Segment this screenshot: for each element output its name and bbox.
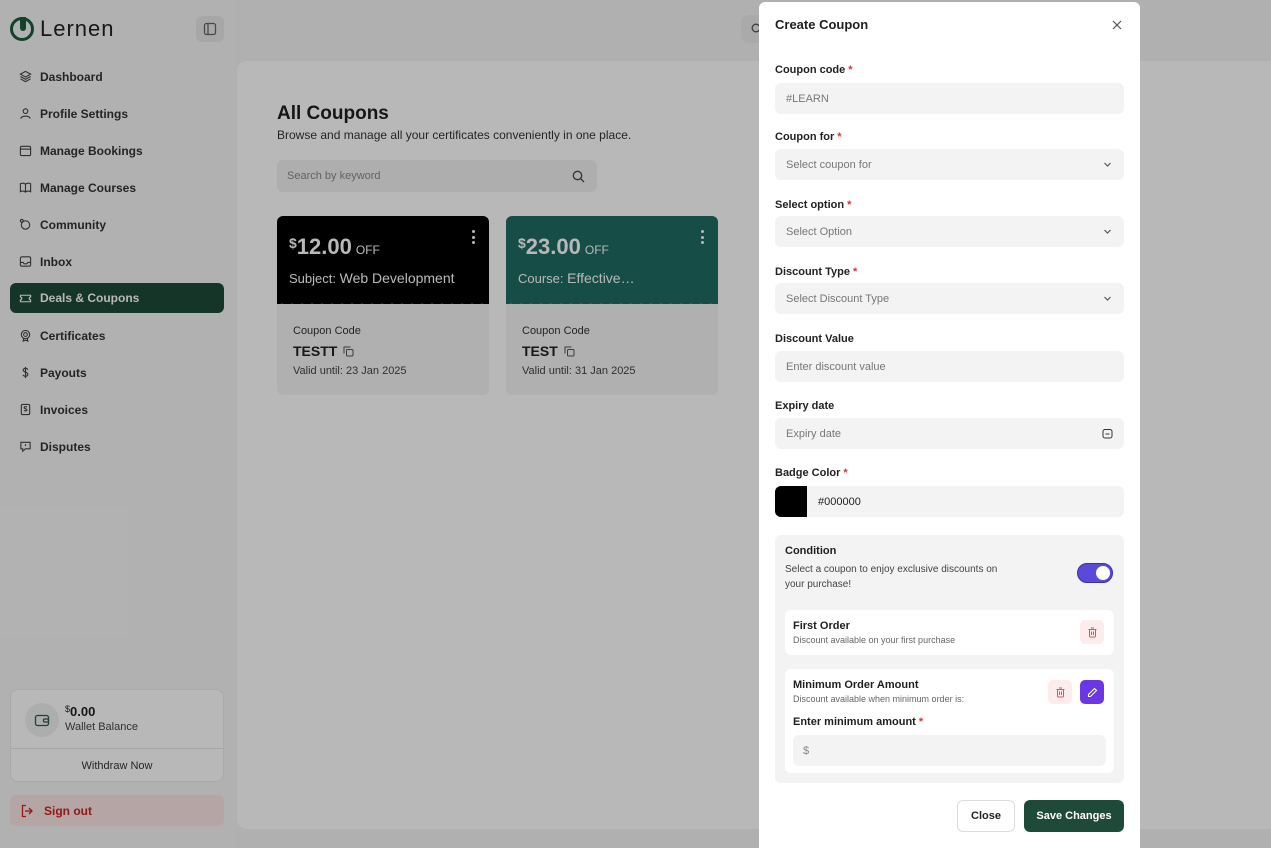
coupon-code-label: Coupon code * <box>775 64 853 76</box>
discount-value-input[interactable]: Enter discount value <box>775 351 1124 382</box>
select-option-select[interactable]: Select Option <box>775 216 1124 247</box>
modal-title: Create Coupon <box>775 17 869 32</box>
condition-card-desc: Discount available on your first purchas… <box>793 635 956 645</box>
minimum-amount-label: Enter minimum amount * <box>793 716 924 728</box>
coupon-for-select[interactable]: Select coupon for <box>775 149 1124 180</box>
minimum-order-condition: Minimum Order Amount Discount available … <box>785 669 1114 773</box>
chevron-down-icon <box>1104 229 1111 234</box>
chevron-down-icon <box>1104 296 1111 301</box>
pencil-icon <box>1087 687 1097 697</box>
discount-value-label: Discount Value <box>775 333 854 345</box>
select-option-label: Select option * <box>775 199 852 211</box>
condition-title: Condition <box>785 545 837 557</box>
save-changes-button[interactable]: Save Changes <box>1024 800 1124 832</box>
first-order-condition: First Order Discount available on your f… <box>785 610 1114 655</box>
edit-condition-button[interactable] <box>1080 680 1104 704</box>
color-swatch[interactable] <box>775 486 807 517</box>
condition-panel: Condition Select a coupon to enjoy exclu… <box>775 535 1124 783</box>
coupon-for-label: Coupon for * <box>775 131 842 143</box>
trash-icon <box>1056 687 1064 697</box>
calendar-icon[interactable] <box>1102 428 1113 439</box>
delete-condition-button[interactable] <box>1048 680 1072 704</box>
chevron-down-icon <box>1104 162 1111 167</box>
expiry-date-label: Expiry date <box>775 400 835 412</box>
discount-type-select[interactable]: Select Discount Type <box>775 283 1124 314</box>
trash-icon <box>1088 627 1096 637</box>
create-coupon-modal: Create Coupon Coupon code * #LEARN Coupon… <box>759 2 1140 848</box>
close-icon[interactable] <box>1111 19 1123 31</box>
close-button[interactable]: Close <box>957 800 1015 832</box>
minimum-amount-input[interactable]: $ <box>793 735 1106 766</box>
badge-color-label: Badge Color * <box>775 467 848 479</box>
condition-card-title: First Order <box>793 620 850 632</box>
condition-description: Select a coupon to enjoy exclusive disco… <box>785 564 998 590</box>
discount-type-label: Discount Type * <box>775 266 858 278</box>
condition-card-title: Minimum Order Amount <box>793 679 919 691</box>
condition-card-desc: Discount available when minimum order is… <box>793 694 965 704</box>
condition-toggle[interactable] <box>1077 563 1113 583</box>
expiry-date-input[interactable]: Expiry date <box>775 418 1124 449</box>
coupon-code-input[interactable]: #LEARN <box>775 83 1124 114</box>
delete-condition-button[interactable] <box>1080 620 1104 644</box>
badge-color-input[interactable]: #000000 <box>807 486 1124 517</box>
